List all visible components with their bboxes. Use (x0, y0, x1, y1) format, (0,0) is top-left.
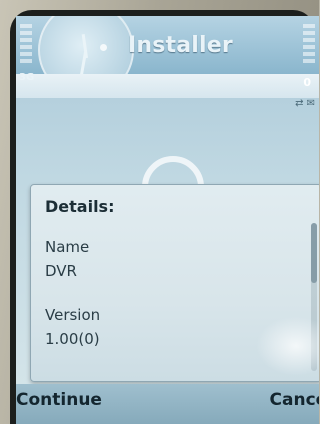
clock-center-dot (100, 44, 107, 51)
continue-softkey[interactable]: Continue (16, 390, 102, 410)
battery-level-icon (303, 24, 315, 70)
network-type-label: 3G (19, 72, 35, 83)
field-value-name: DVR (45, 262, 77, 280)
softkey-bar: Continue Cancel (16, 384, 319, 424)
dialog-scrollbar[interactable] (311, 223, 317, 371)
field-label-version: Version (45, 306, 101, 324)
phone-screen: Installer 3G 0 ⇄ ✉ Details: Name DVR Ver… (16, 16, 319, 424)
field-value-version: 1.00(0) (45, 330, 100, 348)
dialog-heading: Details: (45, 197, 115, 216)
dialog-body[interactable]: Name DVR Version 1.00(0) (45, 235, 301, 351)
field-label-name: Name (45, 238, 90, 256)
connectivity-icon: ⇄ ✉ (295, 98, 315, 109)
cancel-softkey[interactable]: Cancel (270, 390, 319, 410)
signal-strength-icon (20, 24, 32, 70)
status-strip (16, 74, 319, 98)
details-dialog: Details: Name DVR Version 1.00(0) (30, 184, 319, 382)
page-title: Installer (128, 33, 233, 58)
status-counter: 0 (303, 76, 311, 89)
scrollbar-thumb[interactable] (311, 223, 317, 283)
